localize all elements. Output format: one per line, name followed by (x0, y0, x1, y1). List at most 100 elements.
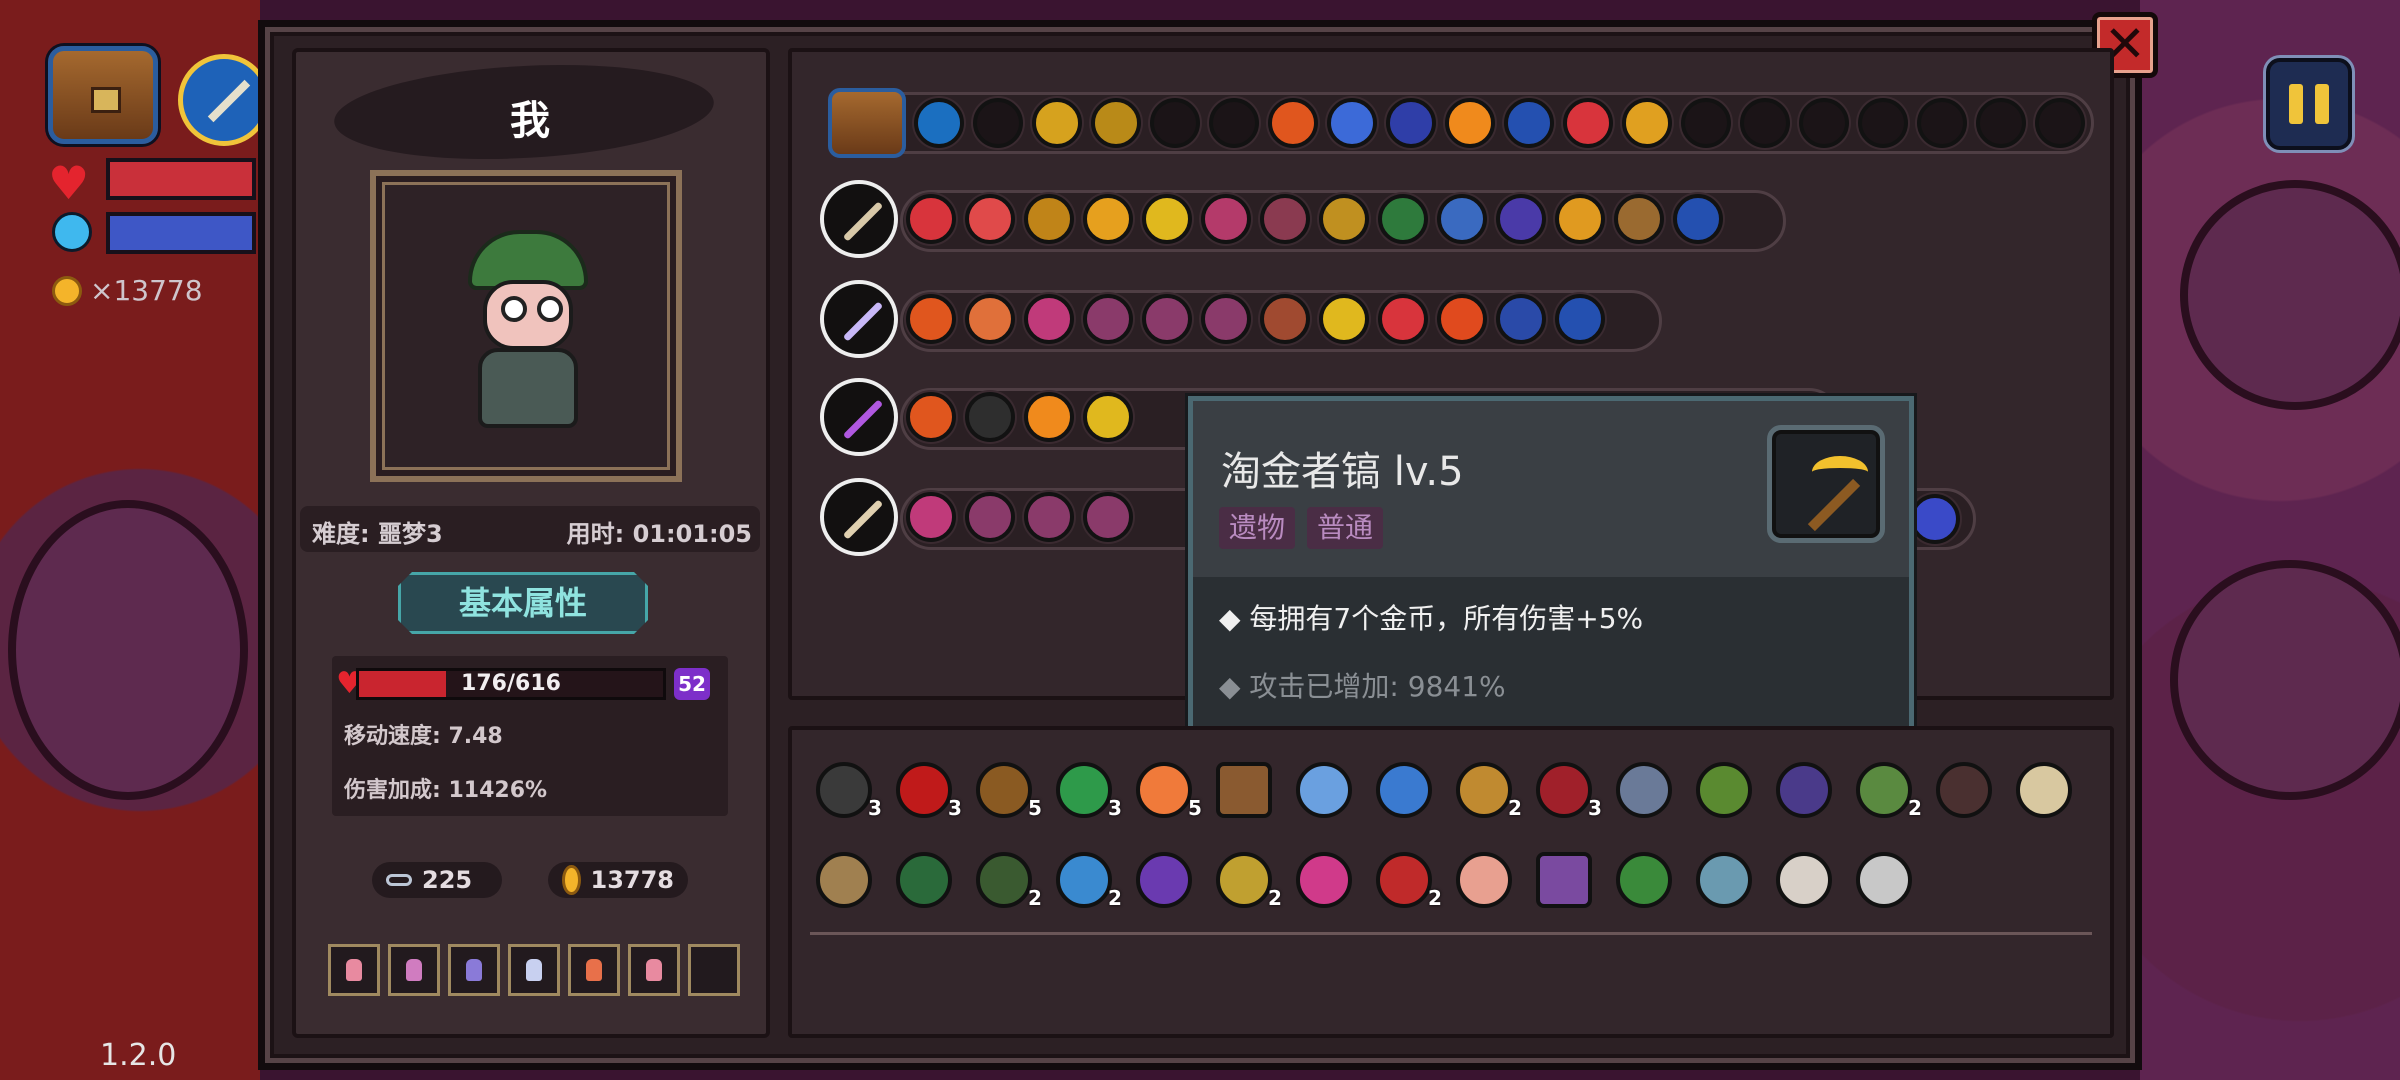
relic-item[interactable] (886, 846, 966, 916)
relic-item[interactable]: 3 (1526, 756, 1606, 826)
pause-button[interactable] (2266, 58, 2352, 150)
spell-icon[interactable] (1142, 194, 1192, 244)
relic-item[interactable] (1366, 756, 1446, 826)
spell-icon[interactable] (906, 392, 956, 442)
spell-icon[interactable] (1496, 294, 1546, 344)
spell-icon[interactable] (1555, 194, 1605, 244)
potion-slot-empty[interactable] (688, 944, 740, 996)
potion-slot[interactable] (628, 944, 680, 996)
heart-relic[interactable]: 5 (1126, 756, 1206, 826)
spell-icon[interactable] (965, 194, 1015, 244)
spell-icon[interactable] (1083, 194, 1133, 244)
spell-icon[interactable] (1437, 194, 1487, 244)
skill-icon[interactable] (1091, 98, 1141, 148)
potion-slot[interactable] (568, 944, 620, 996)
empty-slot[interactable] (2035, 98, 2085, 148)
wand-icon[interactable] (820, 478, 898, 556)
relic-item[interactable] (1446, 846, 1526, 916)
spell-icon[interactable] (1201, 294, 1251, 344)
empty-slot[interactable] (1799, 98, 1849, 148)
relic-item[interactable]: 3 (886, 756, 966, 826)
relic-item[interactable] (1686, 756, 1766, 826)
relic-item[interactable] (1926, 756, 2006, 826)
spell-icon[interactable] (1378, 194, 1428, 244)
skill-icon[interactable] (1445, 98, 1495, 148)
relic-item[interactable]: 2 (966, 846, 1046, 916)
relic-item[interactable] (1526, 846, 1606, 916)
spell-icon[interactable] (1260, 294, 1310, 344)
relic-item[interactable]: 2 (1366, 846, 1446, 916)
spell-icon[interactable] (906, 294, 956, 344)
relic-item[interactable] (1686, 846, 1766, 916)
spell-icon[interactable] (1319, 194, 1369, 244)
empty-slot[interactable] (1917, 98, 1967, 148)
spell-icon[interactable] (906, 492, 956, 542)
empty-slot[interactable] (1209, 98, 1259, 148)
empty-slot[interactable] (973, 98, 1023, 148)
treasure-chest-icon[interactable] (828, 88, 906, 158)
glasses-relic[interactable] (2006, 756, 2086, 826)
skill-icon[interactable] (1032, 98, 1082, 148)
relic-item[interactable] (1606, 756, 1686, 826)
empty-slot[interactable] (1976, 98, 2026, 148)
spell-icon[interactable] (1910, 494, 1960, 544)
spell-icon[interactable] (1024, 492, 1074, 542)
spell-icon[interactable] (1083, 392, 1133, 442)
spell-icon[interactable] (1319, 294, 1369, 344)
pickaxe-relic[interactable]: 5 (966, 756, 1046, 826)
skill-icon[interactable] (1622, 98, 1672, 148)
spell-icon[interactable] (965, 392, 1015, 442)
clover-relic[interactable]: 3 (1046, 756, 1126, 826)
empty-slot[interactable] (1858, 98, 1908, 148)
magnifier-relic[interactable] (1846, 846, 1926, 916)
key-relic[interactable] (1286, 756, 1366, 826)
relic-item[interactable]: 2 (1846, 756, 1926, 826)
relic-item[interactable] (1286, 846, 1366, 916)
spell-icon[interactable] (1614, 194, 1664, 244)
spell-icon[interactable] (1260, 194, 1310, 244)
spell-icon[interactable] (1083, 492, 1133, 542)
skill-icon[interactable] (914, 98, 964, 148)
basic-attributes-button[interactable]: 基本属性 (398, 572, 648, 634)
skill-icon[interactable] (1563, 98, 1613, 148)
potion-slot[interactable] (328, 944, 380, 996)
relic-item[interactable] (1206, 756, 1286, 826)
relic-item[interactable] (806, 846, 886, 916)
spell-icon[interactable] (1142, 294, 1192, 344)
spell-icon[interactable] (965, 294, 1015, 344)
spell-icon[interactable] (1437, 294, 1487, 344)
treasure-chest-icon[interactable] (48, 46, 158, 144)
potion-slot[interactable] (448, 944, 500, 996)
spell-icon[interactable] (1083, 294, 1133, 344)
spell-icon[interactable] (1024, 194, 1074, 244)
skill-icon[interactable] (1386, 98, 1436, 148)
hourglass-relic[interactable]: 2 (1446, 756, 1526, 826)
spell-icon[interactable] (1496, 194, 1546, 244)
relic-item[interactable]: 3 (806, 756, 886, 826)
potion-slot[interactable] (388, 944, 440, 996)
relic-item[interactable] (1766, 846, 1846, 916)
spell-icon[interactable] (1378, 294, 1428, 344)
wand-icon[interactable] (820, 180, 898, 258)
relic-item[interactable] (1766, 756, 1846, 826)
spell-icon[interactable] (1555, 294, 1605, 344)
skill-icon[interactable] (1268, 98, 1318, 148)
empty-slot[interactable] (1681, 98, 1731, 148)
skill-icon[interactable] (1504, 98, 1554, 148)
wand-icon[interactable] (820, 378, 898, 456)
relic-item[interactable]: 2 (1206, 846, 1286, 916)
potion-slot[interactable] (508, 944, 560, 996)
spell-icon[interactable] (1024, 294, 1074, 344)
empty-slot[interactable] (1740, 98, 1790, 148)
spell-icon[interactable] (965, 492, 1015, 542)
skill-icon[interactable] (1327, 98, 1377, 148)
relic-item[interactable] (1606, 846, 1686, 916)
spell-icon[interactable] (1673, 194, 1723, 244)
relic-item[interactable]: 2 (1046, 846, 1126, 916)
spell-icon[interactable] (906, 194, 956, 244)
wand-icon[interactable] (820, 280, 898, 358)
wand-icon[interactable] (178, 54, 270, 146)
wizard-hat-relic[interactable] (1126, 846, 1206, 916)
spell-icon[interactable] (1201, 194, 1251, 244)
empty-slot[interactable] (1150, 98, 1200, 148)
